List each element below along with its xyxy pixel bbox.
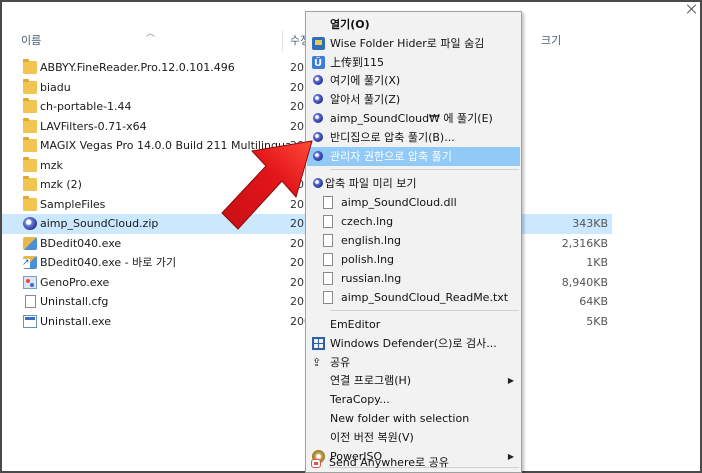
file-size: 8,940KB [561, 275, 608, 289]
menu-item-defender-scan[interactable]: Windows Defender(으)로 검사... [307, 334, 520, 353]
column-header-name[interactable]: 이름 [21, 28, 41, 54]
file-size: 64KB [579, 295, 608, 308]
folder-icon [23, 195, 37, 211]
folder-icon [23, 98, 37, 113]
share-icon: ⇪ [312, 356, 322, 369]
menu-item-extract-to-folder[interactable]: aimp_SoundCloud₩ 에 풀기(E) [307, 109, 520, 128]
folder-icon [23, 176, 37, 191]
menu-item-teracopy[interactable]: TeraCopy... [307, 390, 520, 409]
folder-icon [23, 78, 37, 94]
windows-defender-icon [312, 337, 325, 350]
document-icon [323, 272, 333, 285]
file-name: ABBYY.FineReader.Pro.12.0.101.496 [40, 61, 235, 74]
file-icon [25, 295, 36, 308]
menu-item-preview-archive[interactable]: 압축 파일 미리 보기 [307, 174, 520, 193]
menu-item-extract-auto[interactable]: 알아서 풀기(Z) [307, 90, 520, 109]
preview-file-item[interactable]: aimp_SoundCloud_ReadMe.txt [307, 288, 520, 307]
menu-item-restore-previous[interactable]: 이전 버전 복원(V) [307, 428, 520, 447]
column-header-size[interactable]: 크기 [541, 28, 561, 54]
bandizip-icon [313, 94, 323, 104]
file-name: GenoPro.exe [40, 275, 110, 289]
menu-item-wise-folder-hider[interactable]: Wise Folder Hider로 파일 숨김 [307, 34, 520, 53]
menu-separator [330, 310, 519, 311]
menu-item-emeditor[interactable]: EmEditor [307, 315, 520, 334]
document-icon [323, 253, 333, 266]
bandizip-archive-icon [23, 217, 37, 230]
file-name: LAVFilters-0.71-x64 [40, 119, 147, 133]
bandizip-admin-icon [313, 151, 323, 161]
folder-icon [23, 59, 37, 74]
file-name: SampleFiles [40, 197, 106, 211]
file-size: 5KB [586, 314, 608, 328]
menu-item-extract-bandizip[interactable]: 반디집으로 압축 풀기(B)... [307, 128, 520, 147]
file-name: aimp_SoundCloud.zip [40, 217, 159, 230]
menu-item-extract-as-admin[interactable]: 관리자 권한으로 압축 풀기 [307, 147, 520, 166]
menu-item-open[interactable]: 열기(O) [307, 15, 520, 34]
preview-file-item[interactable]: czech.lng [307, 212, 520, 231]
file-size: 1KB [586, 256, 608, 269]
file-name: Uninstall.cfg [40, 295, 109, 308]
preview-file-item[interactable]: russian.lng [307, 269, 520, 288]
file-name: mzk (2) [40, 178, 82, 191]
sort-caret-icon: ︿ [146, 29, 156, 39]
bandizip-icon [313, 178, 323, 188]
send-anywhere-icon [311, 459, 321, 468]
folder-icon [23, 156, 37, 172]
document-icon [323, 196, 333, 209]
bandizip-icon [313, 113, 323, 123]
file-name: mzk [40, 158, 63, 172]
preview-file-item[interactable]: aimp_SoundCloud.dll [307, 193, 520, 212]
115-cloud-icon [312, 54, 325, 73]
column-divider[interactable] [282, 30, 283, 52]
installer-icon [23, 314, 37, 328]
document-icon [323, 215, 333, 228]
menu-item-new-folder-with-selection[interactable]: New folder with selection [307, 409, 520, 428]
genopro-icon [23, 275, 37, 289]
bandizip-icon [313, 132, 323, 142]
document-icon [323, 291, 333, 304]
file-name: BDedit040.exe - 바로 가기 [40, 256, 177, 269]
file-size: 343KB [572, 217, 608, 230]
context-menu: 열기(O) Wise Folder Hider로 파일 숨김 上传到115 여기… [305, 11, 522, 473]
folder-icon [23, 117, 37, 133]
document-icon [323, 234, 333, 247]
menu-item-extract-here[interactable]: 여기에 풀기(X) [307, 71, 520, 90]
application-icon [23, 236, 37, 250]
folder-icon [23, 137, 37, 152]
file-name: MAGIX Vegas Pro 14.0.0 Build 211 Multili… [40, 139, 303, 152]
file-size: 2,316KB [561, 236, 608, 250]
menu-item-upload-115[interactable]: 上传到115 [307, 53, 520, 73]
close-icon[interactable] [687, 4, 696, 13]
file-name: BDedit040.exe [40, 236, 122, 250]
shortcut-icon [22, 256, 37, 269]
wise-folder-hider-icon [312, 37, 325, 50]
file-name: Uninstall.exe [40, 314, 111, 328]
preview-file-item[interactable]: english.lng [307, 231, 520, 250]
menu-item-open-with[interactable]: 연결 프로그램(H) ▶ [307, 371, 520, 390]
submenu-arrow-icon: ▶ [507, 376, 514, 385]
bandizip-icon [313, 75, 323, 85]
menu-item-share[interactable]: ⇪ 공유 [307, 353, 520, 372]
menu-item-send-anywhere[interactable]: Send Anywhere로 공유 [306, 454, 519, 472]
file-name: biadu [40, 80, 71, 94]
menu-separator [330, 169, 519, 170]
preview-file-item[interactable]: polish.lng [307, 250, 520, 269]
file-name: ch-portable-1.44 [40, 100, 132, 113]
